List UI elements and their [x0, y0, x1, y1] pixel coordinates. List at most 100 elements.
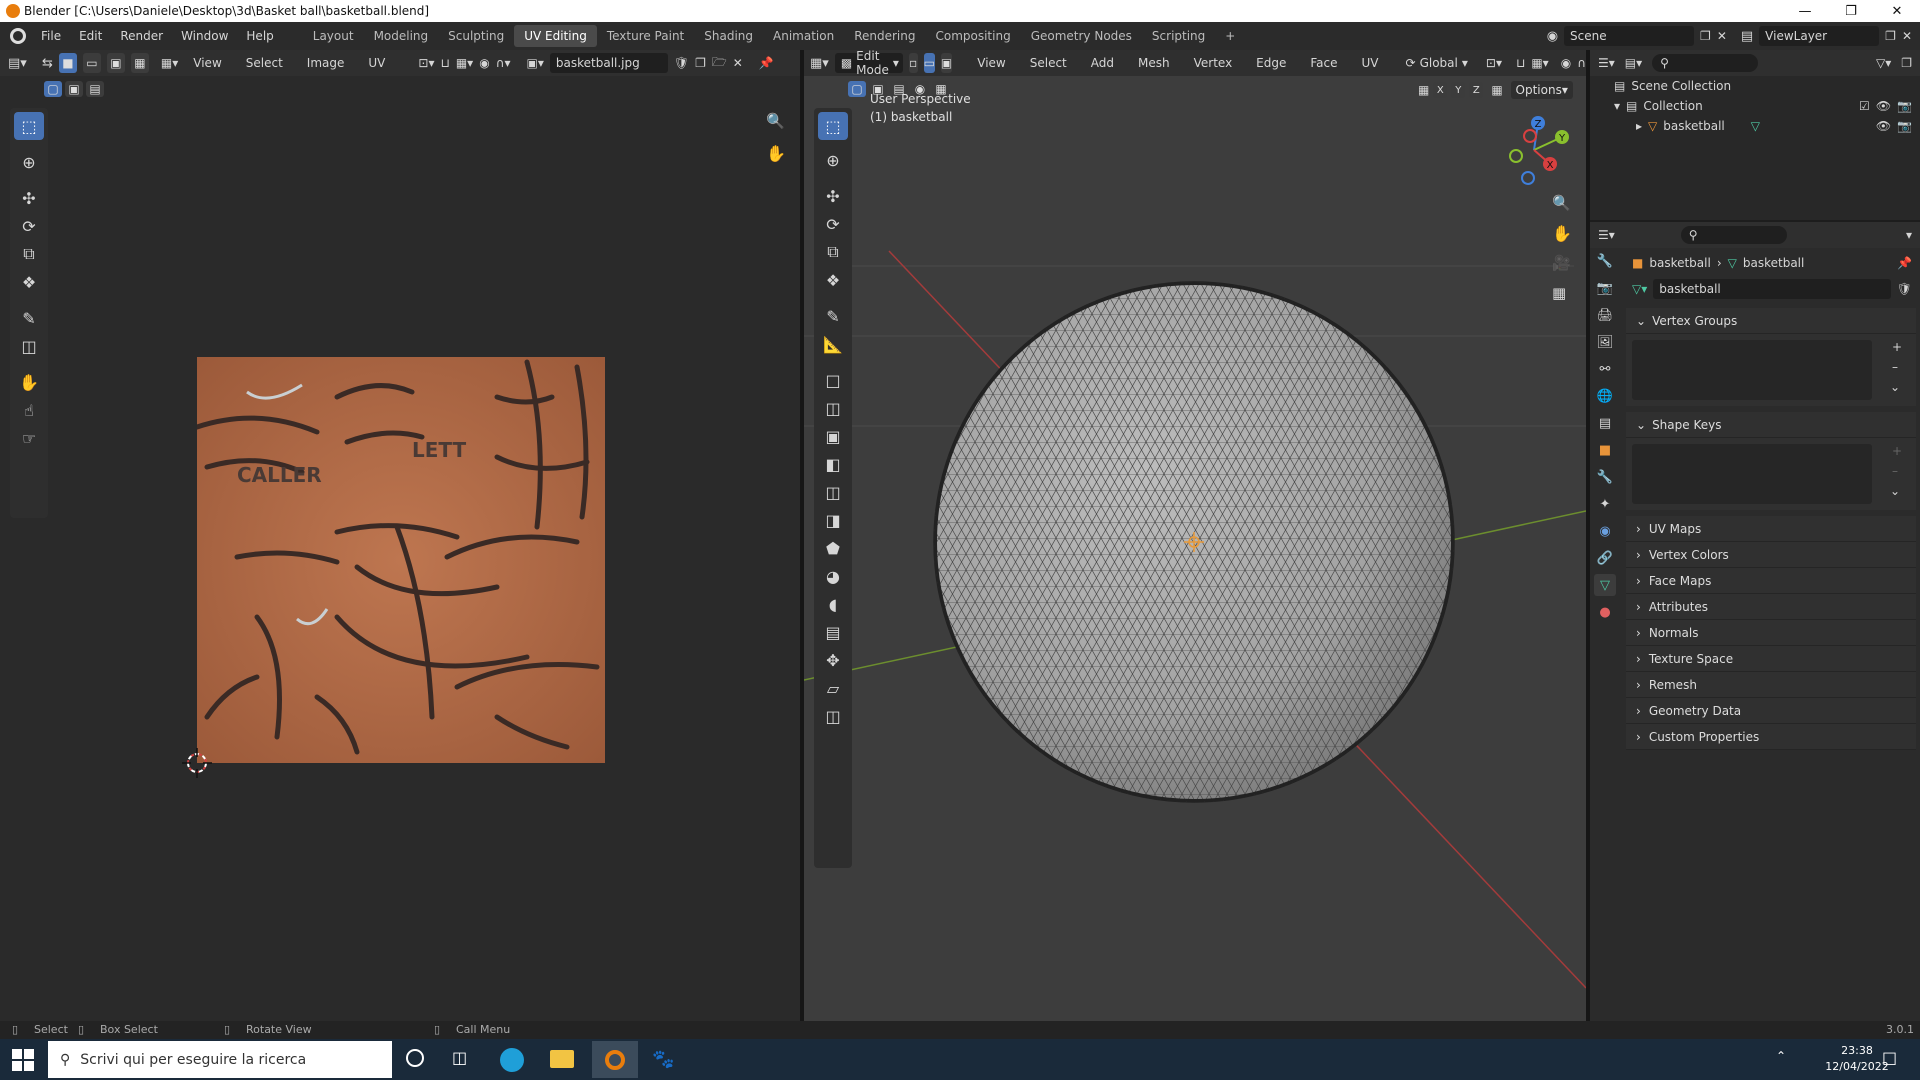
menu-window[interactable]: Window	[172, 29, 237, 43]
vertex-groups-menu-icon[interactable]: ⌄	[1890, 380, 1900, 394]
loop-cut-tool-icon[interactable]: ◫	[818, 478, 848, 506]
tab-compositing[interactable]: Compositing	[925, 25, 1020, 47]
uv-pan-icon[interactable]: ✋	[766, 144, 786, 163]
expand-icon[interactable]: ▸	[1636, 119, 1642, 133]
outliner-row-collection[interactable]: ▾ ▤ Collection ☑ 👁 📷	[1590, 96, 1920, 116]
menu-help[interactable]: Help	[237, 29, 282, 43]
unlink-image-icon[interactable]: ✕	[733, 56, 743, 70]
render-tab-icon[interactable]: 📷	[1594, 277, 1616, 299]
mirror-y-button[interactable]: Y	[1451, 82, 1466, 98]
display-mode-icon[interactable]: ▤▾	[1625, 56, 1642, 70]
pivot-point-icon[interactable]: ⊡▾	[1486, 56, 1502, 70]
menu-edit[interactable]: Edit	[70, 29, 111, 43]
taskbar-search-box[interactable]: ⚲ Scrivi qui per eseguire la ricerca	[48, 1041, 392, 1078]
outliner-row-basketball[interactable]: ▸ ▽ basketball ▽ 👁 📷	[1590, 116, 1920, 136]
cursor-tool-icon[interactable]: ⊕	[14, 148, 44, 176]
tab-shading[interactable]: Shading	[694, 25, 763, 47]
mode-dropdown[interactable]: ▩ Edit Mode ▾	[834, 49, 903, 77]
transform-tool-icon[interactable]: ❖	[818, 266, 848, 294]
bevel-tool-icon[interactable]: ◧	[818, 450, 848, 478]
knife-tool-icon[interactable]: ◨	[818, 506, 848, 534]
mesh-browse-icon[interactable]: ▽▾	[1632, 282, 1647, 296]
minimize-button[interactable]: —	[1782, 0, 1828, 22]
smooth-tool-icon[interactable]: ◖	[818, 590, 848, 618]
sticky-mode-icon[interactable]: ▦▾	[161, 56, 178, 70]
particles-tab-icon[interactable]: ✦	[1594, 493, 1616, 515]
snap-target-icon[interactable]: ▦▾	[1531, 56, 1548, 70]
viewport-menu-vertex[interactable]: Vertex	[1185, 56, 1242, 70]
shrink-tool-icon[interactable]: ✥	[818, 646, 848, 674]
panel-uv-maps[interactable]: › UV Maps	[1626, 516, 1916, 542]
outliner-search-field[interactable]: ⚲	[1652, 54, 1759, 72]
panel-shape-keys[interactable]: ⌄ Shape Keys	[1626, 412, 1916, 438]
remove-shape-key-icon[interactable]: –	[1892, 464, 1898, 478]
options-dropdown[interactable]: Options ▾	[1510, 81, 1573, 99]
spin-tool-icon[interactable]: ◕	[818, 562, 848, 590]
rip-region-tool-icon[interactable]: ◫	[818, 702, 848, 730]
blender-menu-icon[interactable]	[10, 28, 26, 44]
mesh-name-field[interactable]: basketball	[1653, 279, 1891, 299]
fake-user-icon[interactable]: 🛡	[1897, 282, 1912, 296]
viewport-menu-view[interactable]: View	[968, 56, 1014, 70]
navigation-gizmo[interactable]: Z Y X	[1496, 110, 1576, 190]
restore-button[interactable]: ❐	[1828, 0, 1874, 22]
panel-custom-properties[interactable]: › Custom Properties	[1626, 724, 1916, 750]
camera-icon[interactable]: 📷	[1897, 119, 1912, 133]
select-new-button[interactable]: ▢	[848, 81, 866, 97]
uv-menu-uv[interactable]: UV	[359, 56, 394, 70]
view-layer-tab-icon[interactable]: 🖼	[1594, 331, 1616, 353]
pivot-icon[interactable]: ⊡▾	[418, 56, 434, 70]
mirror-z-button[interactable]: Z	[1469, 82, 1484, 98]
transform-tool-icon[interactable]: ❖	[14, 268, 44, 296]
fake-user-icon[interactable]: 🛡	[674, 56, 689, 70]
mirror-x-button[interactable]: X	[1433, 82, 1448, 98]
rotate-tool-icon[interactable]: ⟳	[818, 210, 848, 238]
viewport-menu-mesh[interactable]: Mesh	[1129, 56, 1179, 70]
edge-browser-icon[interactable]	[500, 1048, 524, 1072]
inset-tool-icon[interactable]: ▣	[818, 422, 848, 450]
panel-remesh[interactable]: › Remesh	[1626, 672, 1916, 698]
poly-build-tool-icon[interactable]: ⬟	[818, 534, 848, 562]
tab-uv-editing[interactable]: UV Editing	[514, 25, 597, 47]
pin-icon[interactable]: 📌	[1897, 256, 1912, 270]
move-tool-icon[interactable]: ✣	[14, 184, 44, 212]
viewport-menu-add[interactable]: Add	[1082, 56, 1123, 70]
expand-icon[interactable]: ▾	[1614, 99, 1620, 113]
scene-tab-icon[interactable]: ⚯	[1594, 358, 1616, 380]
auto-merge-icon[interactable]: ▦	[1491, 83, 1502, 97]
select-box-tool-icon[interactable]: ⬚	[818, 112, 848, 140]
tab-rendering[interactable]: Rendering	[844, 25, 925, 47]
add-vertex-group-icon[interactable]: +	[1892, 340, 1902, 354]
panel-face-maps[interactable]: › Face Maps	[1626, 568, 1916, 594]
view-layer-field[interactable]: ViewLayer	[1759, 26, 1880, 46]
options-icon[interactable]: ▾	[1906, 228, 1912, 242]
object-tab-icon[interactable]: ■	[1594, 439, 1616, 461]
panel-geometry-data[interactable]: › Geometry Data	[1626, 698, 1916, 724]
view-layer-icon[interactable]: ▤	[1741, 29, 1753, 44]
snap-icon[interactable]: ⊔	[440, 56, 449, 70]
scale-tool-icon[interactable]: ⧉	[818, 238, 848, 266]
delete-view-layer-icon[interactable]: ✕	[1902, 29, 1912, 43]
falloff-icon[interactable]: ∩▾	[496, 56, 511, 70]
shape-keys-list[interactable]: + – ⌄	[1626, 438, 1916, 510]
add-shape-key-icon[interactable]: +	[1892, 444, 1902, 458]
menu-render[interactable]: Render	[111, 29, 172, 43]
filter-icon[interactable]: ▽▾	[1876, 56, 1891, 70]
edge-select-mode-button[interactable]: ▭	[82, 53, 101, 73]
vertex-select-button[interactable]: ▫	[908, 53, 918, 73]
tool-tab-icon[interactable]: 🔧	[1594, 250, 1616, 272]
annotate-tool-icon[interactable]: ✎	[818, 302, 848, 330]
tray-chevron-icon[interactable]: ⌃	[1776, 1049, 1786, 1063]
uv-select-new-button[interactable]: ▢	[44, 81, 62, 97]
physics-tab-icon[interactable]: ◉	[1594, 520, 1616, 542]
uv-select-extend-button[interactable]: ▣	[65, 81, 83, 97]
notification-icon[interactable]: □	[1882, 1048, 1897, 1067]
viewport-editor-type-icon[interactable]: ▦▾	[810, 56, 829, 71]
island-select-mode-button[interactable]: ▦	[130, 53, 149, 73]
pinch-tool-icon[interactable]: ☞	[14, 424, 44, 452]
eye-icon[interactable]: 👁	[1876, 99, 1891, 113]
mesh-data-tab-icon[interactable]: ▽	[1594, 574, 1616, 596]
viewport-menu-edge[interactable]: Edge	[1247, 56, 1295, 70]
uv-zoom-icon[interactable]: 🔍	[766, 112, 785, 130]
vertex-select-mode-button[interactable]: ■	[58, 53, 77, 73]
